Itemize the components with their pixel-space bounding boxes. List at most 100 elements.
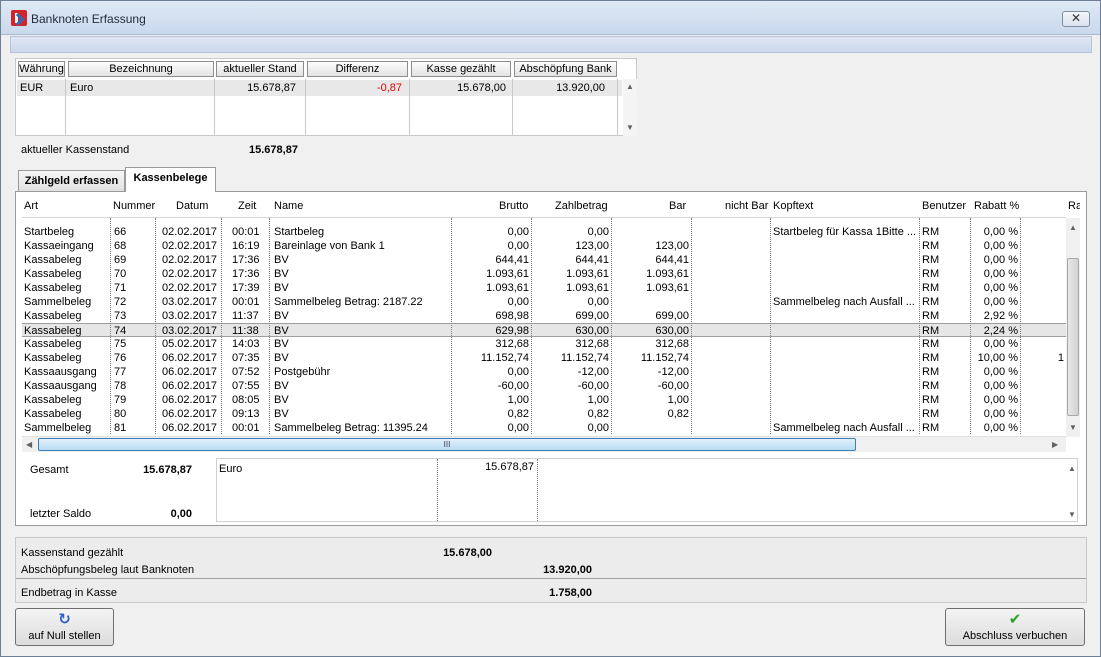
- cell-name: BV: [274, 408, 289, 420]
- header-name[interactable]: Name: [274, 200, 303, 212]
- table-row[interactable]: Kassabeleg 76 06.02.2017 07:35 BV 11.152,74 11…: [22, 351, 1066, 365]
- cell-brutto: -60,00: [497, 380, 529, 392]
- header-waehrung[interactable]: Währung: [18, 61, 65, 77]
- cell-nummer: 75: [114, 338, 127, 350]
- scroll-up-icon[interactable]: ▲: [626, 82, 634, 91]
- table-row[interactable]: Kassabeleg 79 06.02.2017 08:05 BV 1,00 1,00 1,0…: [22, 393, 1066, 407]
- cell-datum: 06.02.2017: [162, 422, 218, 434]
- table-row[interactable]: Kassabeleg 70 02.02.2017 17:36 BV 1.093,61 1.0…: [22, 267, 1066, 281]
- cell-waehrung: EUR: [20, 82, 44, 94]
- cell-brutto: 1,00: [507, 394, 529, 406]
- cell-datum: 06.02.2017: [162, 366, 218, 378]
- header-zahlbetrag[interactable]: Zahlbetrag: [555, 200, 608, 212]
- close-button[interactable]: ✕: [1062, 11, 1090, 27]
- cell-art: Kassaeingang: [24, 240, 94, 252]
- header-kopftext[interactable]: Kopftext: [773, 200, 813, 212]
- table-row[interactable]: Kassabeleg 75 05.02.2017 14:03 BV 312,68 312,6…: [22, 337, 1066, 351]
- toolbar-strip: [10, 36, 1092, 53]
- cell-datum: 06.02.2017: [162, 394, 218, 406]
- cell-bar: 699,00: [655, 310, 689, 322]
- header-nicht-bar[interactable]: nicht Bar: [725, 200, 768, 212]
- table-row[interactable]: Kassabeleg 74 03.02.2017 11:38 BV 629,98 630,0…: [22, 323, 1066, 337]
- cell-ra: [1022, 324, 1064, 338]
- cell-nicht-bar: [692, 365, 768, 379]
- header-benutzer[interactable]: Benutzer: [922, 200, 966, 212]
- table-row[interactable]: Kassabeleg 71 02.02.2017 17:39 BV 1.093,61 1.0…: [22, 281, 1066, 295]
- belege-vertical-scrollbar[interactable]: ▲ ▼: [1066, 218, 1080, 437]
- cell-art: Kassabeleg: [24, 352, 82, 364]
- horizontal-scroll-thumb[interactable]: III: [38, 438, 856, 451]
- scroll-up-icon[interactable]: ▲: [1069, 223, 1077, 232]
- cell-ra: [1022, 267, 1064, 281]
- currency-scrollbar[interactable]: ▲ ▼: [623, 79, 637, 136]
- cell-rabatt: 0,00 %: [983, 366, 1018, 378]
- cell-kopftext: Sammelbeleg nach Ausfall ...: [773, 422, 915, 434]
- table-row[interactable]: Sammelbeleg 81 06.02.2017 00:01 Sammelbeleg …: [22, 421, 1066, 435]
- header-bar[interactable]: Bar: [669, 200, 686, 212]
- header-abschoepfung-bank[interactable]: Abschöpfung Bank: [514, 61, 617, 77]
- tab-zaehlgeld-erfassen[interactable]: Zählgeld erfassen: [18, 170, 125, 192]
- header-aktueller-stand[interactable]: aktueller Stand: [216, 61, 304, 77]
- reset-button[interactable]: ↻ auf Null stellen: [15, 608, 114, 646]
- cell-brutto: 1.093,61: [486, 268, 529, 280]
- vertical-scroll-thumb[interactable]: [1067, 258, 1079, 416]
- belege-header: Art Nummer Datum Zeit Name Brutto Zahlbe…: [22, 196, 1080, 218]
- table-row[interactable]: Kassaeingang 68 02.02.2017 16:19 Bareinlage …: [22, 239, 1066, 253]
- cell-nicht-bar: [692, 324, 768, 338]
- cell-nummer: 78: [114, 380, 127, 392]
- belege-horizontal-scrollbar[interactable]: ◀ III ▶: [22, 436, 1066, 452]
- table-row[interactable]: Kassaausgang 77 06.02.2017 07:52 Postgebühr 0…: [22, 365, 1066, 379]
- table-row[interactable]: Startbeleg 66 02.02.2017 00:01 Startbeleg 0,0…: [22, 225, 1066, 239]
- cell-datum: 02.02.2017: [162, 282, 218, 294]
- header-kasse-gezaehlt[interactable]: Kasse gezählt: [411, 61, 511, 77]
- table-row[interactable]: Kassaausgang 78 06.02.2017 07:55 BV -60,00 -60…: [22, 379, 1066, 393]
- cell-zahlbetrag: 699,00: [575, 310, 609, 322]
- endbetrag-value: 1.758,00: [549, 587, 592, 599]
- scroll-up-icon[interactable]: ▲: [1068, 464, 1076, 473]
- cell-rabatt: 0,00 %: [983, 268, 1018, 280]
- cell-zahlbetrag: 0,82: [587, 408, 609, 420]
- cell-art: Kassabeleg: [24, 408, 82, 420]
- header-ra[interactable]: Ra: [1068, 200, 1080, 212]
- scroll-left-icon[interactable]: ◀: [26, 440, 32, 449]
- scroll-down-icon[interactable]: ▼: [1069, 423, 1077, 432]
- cell-datum: 06.02.2017: [162, 380, 218, 392]
- table-row[interactable]: Kassabeleg 73 03.02.2017 11:37 BV 698,98 699,0…: [22, 309, 1066, 323]
- cell-brutto: 0,00: [507, 366, 529, 378]
- table-row[interactable]: Sammelbeleg 72 03.02.2017 00:01 Sammelbeleg …: [22, 295, 1066, 309]
- header-bezeichnung[interactable]: Bezeichnung: [68, 61, 214, 77]
- scroll-down-icon[interactable]: ▼: [1068, 510, 1076, 519]
- cell-ra: [1022, 225, 1064, 239]
- tab-kassenbelege[interactable]: Kassenbelege: [125, 167, 216, 192]
- cell-zahlbetrag: 630,00: [575, 325, 609, 337]
- finish-button[interactable]: ✔ Abschluss verbuchen: [945, 608, 1085, 646]
- cell-rabatt: 2,24 %: [983, 325, 1018, 337]
- cell-benutzer: RM: [922, 268, 940, 280]
- cell-name: BV: [274, 282, 289, 294]
- cell-nummer: 76: [114, 352, 127, 364]
- header-differenz[interactable]: Differenz: [307, 61, 408, 77]
- currency-table: Währung Bezeichnung aktueller Stand Diff…: [15, 58, 637, 136]
- cell-zahlbetrag: 644,41: [575, 254, 609, 266]
- table-row[interactable]: Kassabeleg 69 02.02.2017 17:36 BV 644,41 644,4…: [22, 253, 1066, 267]
- header-datum[interactable]: Datum: [176, 200, 208, 212]
- cell-aktueller-stand: 15.678,87: [247, 82, 296, 94]
- header-nummer[interactable]: Nummer: [113, 200, 155, 212]
- header-rabatt[interactable]: Rabatt %: [974, 200, 1019, 212]
- cell-rabatt: 0,00 %: [983, 240, 1018, 252]
- gesamt-label: Gesamt: [30, 464, 69, 476]
- scroll-right-icon[interactable]: ▶: [1052, 440, 1058, 449]
- header-art[interactable]: Art: [24, 200, 38, 212]
- cell-rabatt: 2,92 %: [983, 310, 1018, 322]
- cell-rabatt: 0,00 %: [983, 282, 1018, 294]
- cell-nummer: 70: [114, 268, 127, 280]
- header-brutto[interactable]: Brutto: [499, 200, 528, 212]
- cell-datum: 02.02.2017: [162, 254, 218, 266]
- cell-rabatt: 0,00 %: [983, 338, 1018, 350]
- cell-benutzer: RM: [922, 352, 940, 364]
- scroll-down-icon[interactable]: ▼: [626, 123, 634, 132]
- cell-rabatt: 0,00 %: [983, 394, 1018, 406]
- table-row[interactable]: Kassabeleg 80 06.02.2017 09:13 BV 0,82 0,82 0,8…: [22, 407, 1066, 421]
- header-zeit[interactable]: Zeit: [238, 200, 256, 212]
- cell-zeit: 11:37: [232, 310, 259, 322]
